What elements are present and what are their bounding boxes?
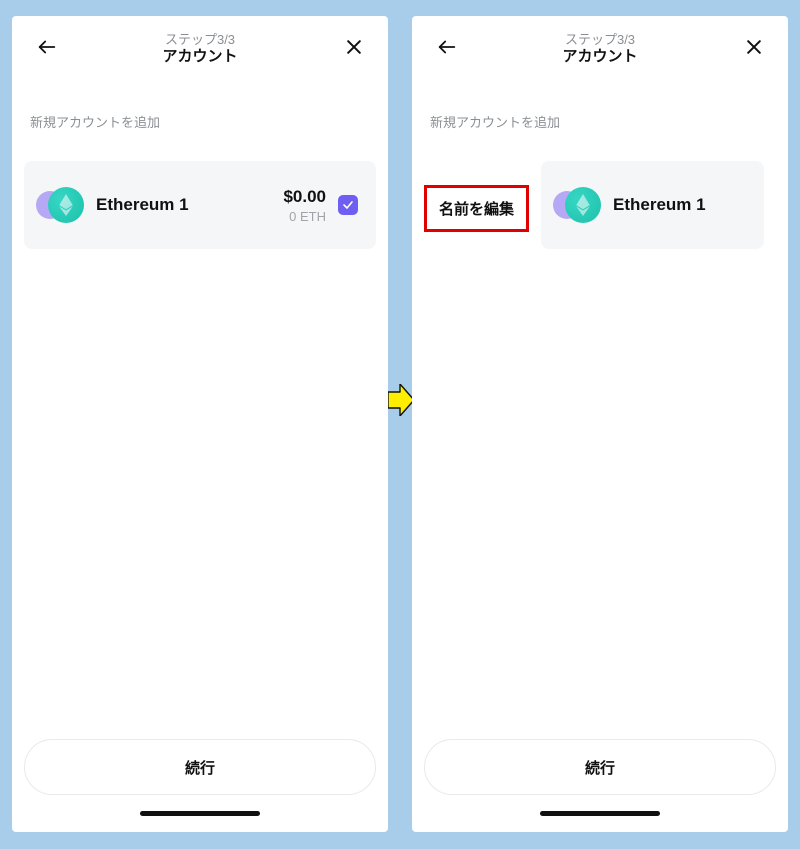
section-label-add-account: 新規アカウントを追加 [12,82,388,131]
close-icon [744,37,764,57]
continue-button[interactable]: 続行 [24,739,376,795]
account-row-wrap: 名前を編集 Ethereum 1 [412,161,788,249]
header-title-block: ステップ3/3 アカウント [162,32,237,67]
ethereum-icon [576,194,590,216]
account-row[interactable]: Ethereum 1 $0.00 0 ETH [24,161,376,249]
account-avatar [559,185,599,225]
screen-step3-after: ステップ3/3 アカウント 新規アカウントを追加 名前を編集 Ethereum … [412,16,788,832]
home-indicator [140,811,260,816]
page-title: アカウント [562,48,637,67]
continue-button[interactable]: 続行 [424,739,776,795]
account-avatar [42,185,82,225]
check-icon [342,199,354,211]
ethereum-icon [59,194,73,216]
balance-fiat: $0.00 [283,187,326,207]
home-indicator [540,811,660,816]
back-button[interactable] [30,30,64,69]
close-icon [344,37,364,57]
account-row[interactable]: Ethereum 1 [541,161,764,249]
balance-block: $0.00 0 ETH [283,187,326,224]
arrow-left-icon [436,36,458,58]
edit-name-button[interactable]: 名前を編集 [424,185,529,232]
step-indicator: ステップ3/3 [562,32,637,48]
arrow-right-icon [388,384,414,416]
close-button[interactable] [338,31,370,68]
section-label-add-account: 新規アカウントを追加 [412,82,788,131]
header-title-block: ステップ3/3 アカウント [562,32,637,67]
arrow-left-icon [36,36,58,58]
screen-step3-before: ステップ3/3 アカウント 新規アカウントを追加 Ethereum 1 $0.0… [12,16,388,832]
account-name: Ethereum 1 [96,195,189,215]
account-checkbox[interactable] [338,195,358,215]
page-title: アカウント [162,48,237,67]
topbar: ステップ3/3 アカウント [412,16,788,82]
back-button[interactable] [430,30,464,69]
step-indicator: ステップ3/3 [162,32,237,48]
topbar: ステップ3/3 アカウント [12,16,388,82]
footer: 続行 [12,739,388,832]
footer: 続行 [412,739,788,832]
account-name: Ethereum 1 [613,195,706,215]
balance-crypto: 0 ETH [283,209,326,224]
close-button[interactable] [738,31,770,68]
